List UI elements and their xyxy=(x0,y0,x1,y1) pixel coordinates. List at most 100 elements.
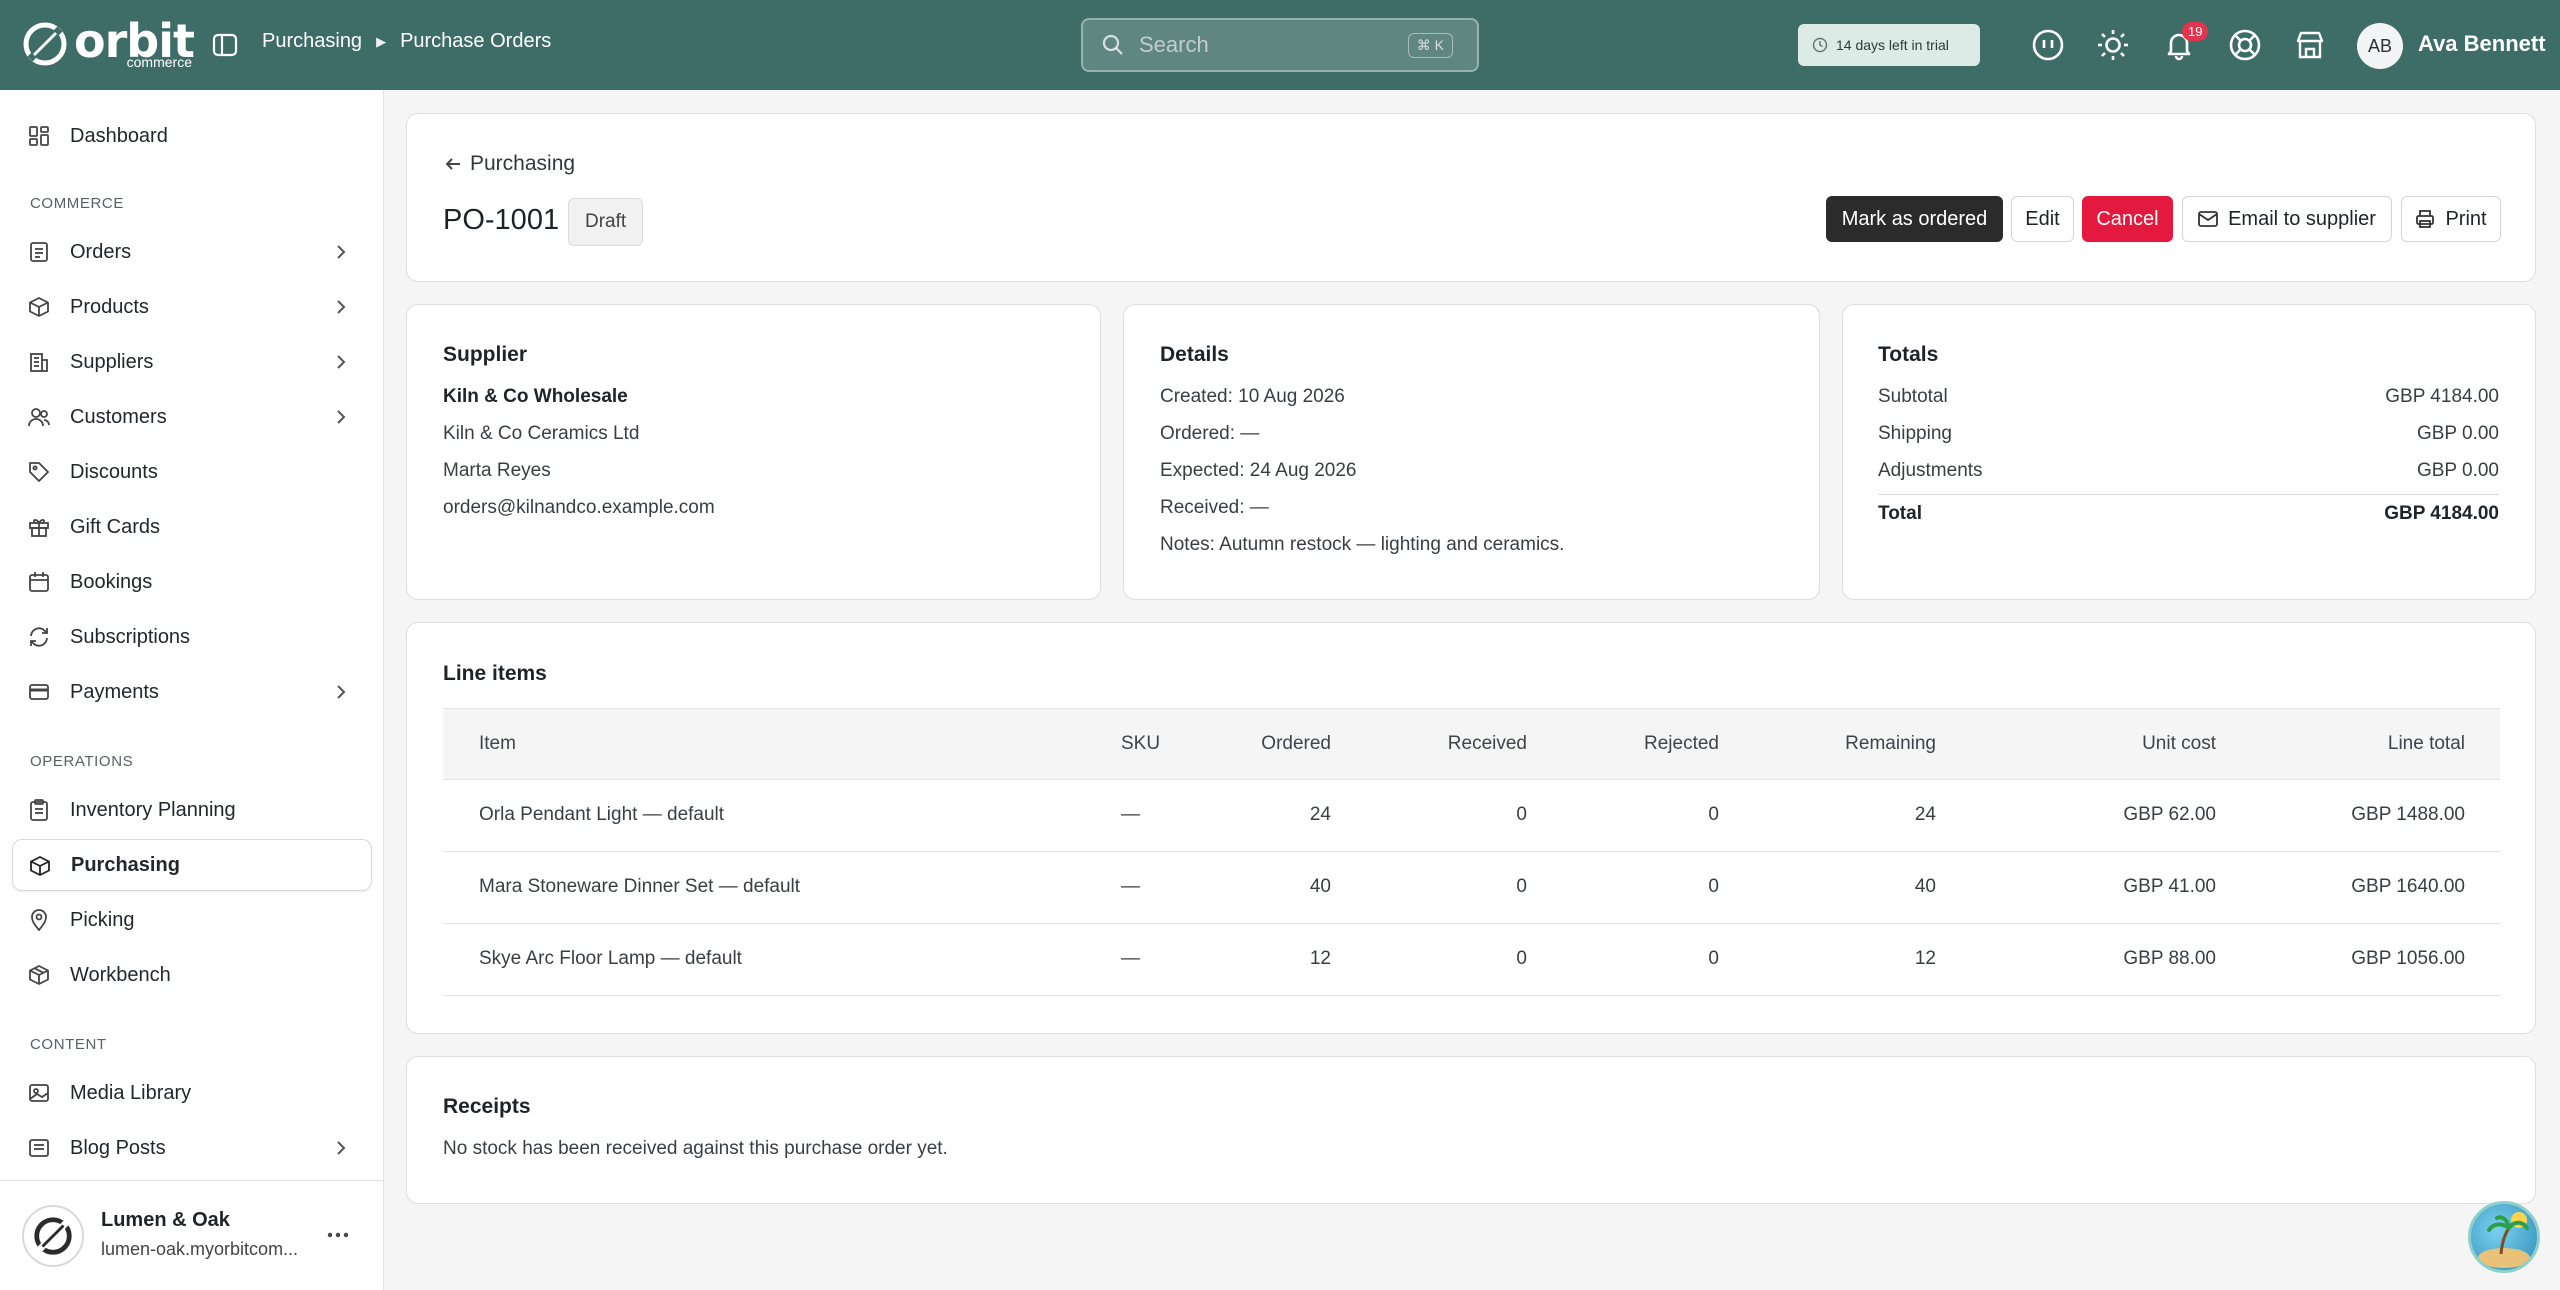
cell-unit-cost: GBP 88.00 xyxy=(2123,948,2216,969)
column-header-sku[interactable]: SKU xyxy=(1121,733,1160,755)
status-badge: Draft xyxy=(568,198,644,246)
po-number: PO-1001 xyxy=(443,204,560,236)
orbit-commerce-logo[interactable]: orbit commerce xyxy=(22,14,195,70)
theme-sun-icon[interactable] xyxy=(2094,26,2132,64)
column-header-remaining[interactable]: Remaining xyxy=(1845,733,1936,755)
print-button[interactable]: Print xyxy=(2401,196,2501,242)
sidebar-item-workbench[interactable]: Workbench xyxy=(12,949,372,1001)
building-icon xyxy=(30,353,48,372)
sidebar-item-label: Payments xyxy=(70,680,159,703)
cell-unit-cost: GBP 62.00 xyxy=(2123,804,2216,825)
notifications-badge: 19 xyxy=(2182,22,2209,41)
sidebar-item-purchasing[interactable]: Purchasing xyxy=(12,839,372,891)
sidebar-item-subscriptions[interactable]: Subscriptions xyxy=(12,611,372,663)
shop-switcher[interactable]: Lumen & Oak lumen-oak.myorbitcom... xyxy=(0,1180,383,1290)
sidebar-item-picking[interactable]: Picking xyxy=(12,894,372,946)
chat-icon[interactable] xyxy=(2029,26,2067,64)
sidebar-item-label: Blog Posts xyxy=(70,1136,166,1159)
chevron-right-icon xyxy=(337,685,346,699)
cell-received: 0 xyxy=(1516,948,1527,969)
button-label: Edit xyxy=(2025,207,2060,230)
email-to-supplier-button[interactable]: Email to supplier xyxy=(2182,196,2392,242)
cell-remaining: 12 xyxy=(1914,948,1936,969)
supplier-email[interactable]: orders@kilnandco.example.com xyxy=(443,497,715,519)
top-bar: orbit commerce Purchasing ▶ Purchase Ord… xyxy=(0,0,2560,90)
sidebar-item-label: Purchasing xyxy=(71,853,180,876)
sidebar-item-discounts[interactable]: Discounts xyxy=(12,446,372,498)
sidebar-item-blog-posts[interactable]: Blog Posts xyxy=(12,1122,372,1174)
cell-sku: — xyxy=(1121,876,1140,897)
sidebar-item-inventory-planning[interactable]: Inventory Planning xyxy=(12,784,372,836)
clipboard-icon xyxy=(30,799,48,821)
user-name[interactable]: Ava Bennett xyxy=(2418,31,2546,57)
sidebar-item-label: Subscriptions xyxy=(70,625,191,648)
users-icon xyxy=(28,408,50,427)
total-label: Total xyxy=(1878,503,1922,524)
sidebar-item-suppliers[interactable]: Suppliers xyxy=(12,336,372,388)
cell-received: 0 xyxy=(1516,876,1527,897)
column-header-rejected[interactable]: Rejected xyxy=(1644,733,1719,755)
subtotal-label: Subtotal xyxy=(1878,386,1948,407)
receipts-card xyxy=(406,1056,2536,1204)
back-to-purchasing-link[interactable]: Purchasing xyxy=(444,152,575,176)
receipts-empty-text: No stock has been received against this … xyxy=(443,1138,948,1159)
breadcrumb-purchase-orders[interactable]: Purchase Orders xyxy=(400,30,551,53)
cell-sku: — xyxy=(1121,804,1140,825)
sidebar-item-label: Discounts xyxy=(70,460,158,483)
table-row[interactable]: Skye Arc Floor Lamp — default — 12 0 0 1… xyxy=(443,924,2500,996)
sidebar-item-products[interactable]: Products xyxy=(12,281,372,333)
sidebar-item-bookings[interactable]: Bookings xyxy=(12,556,372,608)
shop-name: Lumen & Oak xyxy=(101,1209,230,1231)
table-row[interactable]: Orla Pendant Light — default — 24 0 0 24… xyxy=(443,780,2500,852)
sidebar-toggle-icon[interactable] xyxy=(208,28,242,62)
sidebar-item-orders[interactable]: Orders xyxy=(12,226,372,278)
button-label: Cancel xyxy=(2096,207,2159,230)
search-icon xyxy=(1102,34,1123,55)
storefront-icon[interactable] xyxy=(2291,26,2329,64)
clock-icon xyxy=(1812,37,1828,53)
sidebar-item-label: Workbench xyxy=(70,963,171,986)
shop-url: lumen-oak.myorbitcom... xyxy=(101,1239,299,1259)
sidebar-item-gift-cards[interactable]: Gift Cards xyxy=(12,501,372,553)
search-input[interactable]: Search ⌘ K xyxy=(1081,18,1479,72)
edit-button[interactable]: Edit xyxy=(2011,196,2074,242)
map-pin-icon xyxy=(31,909,47,931)
cell-ordered: 24 xyxy=(1309,804,1331,825)
receipts-heading: Receipts xyxy=(443,1095,531,1118)
sidebar-item-label: Bookings xyxy=(70,570,153,593)
cell-item: Mara Stoneware Dinner Set — default xyxy=(479,876,801,897)
supplier-contact: Marta Reyes xyxy=(443,460,551,481)
section-label-operations: OPERATIONS xyxy=(30,753,134,770)
column-header-ordered[interactable]: Ordered xyxy=(1261,733,1331,755)
mark-as-ordered-button[interactable]: Mark as ordered xyxy=(1826,196,2003,242)
chevron-right-icon xyxy=(337,1141,346,1155)
cell-remaining: 40 xyxy=(1914,876,1936,897)
cancel-button[interactable]: Cancel xyxy=(2082,196,2173,242)
totals-card xyxy=(1842,304,2536,600)
cell-ordered: 40 xyxy=(1309,876,1331,897)
column-header-item[interactable]: Item xyxy=(479,733,516,755)
ordered-date: Ordered: — xyxy=(1160,423,1260,444)
supplier-name[interactable]: Kiln & Co Wholesale xyxy=(443,386,628,408)
tag-icon xyxy=(29,462,49,482)
column-header-received[interactable]: Received xyxy=(1448,733,1527,755)
more-options-icon[interactable] xyxy=(322,1219,354,1251)
table-row[interactable]: Mara Stoneware Dinner Set — default — 40… xyxy=(443,852,2500,924)
sidebar-item-dashboard[interactable]: Dashboard xyxy=(12,110,372,162)
breadcrumb-purchasing[interactable]: Purchasing xyxy=(262,30,362,53)
section-label-content: CONTENT xyxy=(30,1036,107,1053)
help-lifebuoy-icon[interactable] xyxy=(2226,26,2264,64)
cell-remaining: 24 xyxy=(1914,804,1936,825)
notifications-bell-icon[interactable]: 19 xyxy=(2160,22,2209,64)
cell-rejected: 0 xyxy=(1708,948,1719,969)
sidebar-item-media-library[interactable]: Media Library xyxy=(12,1067,372,1119)
supplier-company: Kiln & Co Ceramics Ltd xyxy=(443,423,640,444)
assistant-launcher-button[interactable] xyxy=(2468,1201,2540,1273)
chevron-right-icon xyxy=(337,245,346,259)
column-header-unit-cost[interactable]: Unit cost xyxy=(2142,733,2216,755)
column-header-line-total[interactable]: Line total xyxy=(2388,733,2465,755)
user-avatar[interactable]: AB xyxy=(2357,23,2403,69)
sidebar-item-payments[interactable]: Payments xyxy=(12,666,372,718)
sidebar-item-customers[interactable]: Customers xyxy=(12,391,372,443)
trial-badge[interactable]: 14 days left in trial xyxy=(1798,24,1980,66)
